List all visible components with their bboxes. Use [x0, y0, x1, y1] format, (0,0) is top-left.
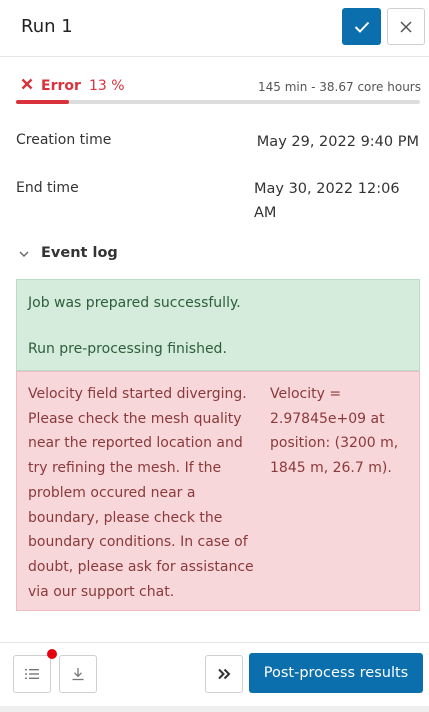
event-log-success: Job was prepared successfully. Run pre-p… — [16, 279, 420, 371]
double-chevron-right-icon — [218, 668, 231, 680]
progress-bar — [16, 100, 420, 104]
post-process-results-button[interactable]: Post-process results — [249, 653, 423, 693]
event-log-toggle[interactable]: Event log — [41, 245, 118, 261]
expand-button[interactable] — [205, 655, 243, 693]
creation-time-label: Creation time — [16, 132, 112, 148]
event-list-button[interactable] — [13, 655, 51, 693]
creation-time-value: May 29, 2022 9:40 PM — [256, 134, 419, 150]
error-message: Velocity field started diverging. Please… — [28, 386, 254, 600]
notification-dot — [47, 649, 57, 659]
end-time-value: May 30, 2022 12:06 AM — [254, 181, 400, 221]
panel-bottom-edge — [0, 706, 429, 712]
status-percent: 13 % — [89, 78, 125, 94]
event-log-error: Velocity field started diverging. Please… — [16, 371, 420, 611]
download-button[interactable] — [59, 655, 97, 693]
error-x-icon — [21, 78, 33, 90]
log-message: Run pre-processing finished. — [28, 341, 227, 357]
run-panel: Run 1 Error 13 % 145 min - 38.67 core ho… — [0, 0, 429, 707]
close-icon — [400, 20, 412, 33]
check-icon — [354, 21, 369, 33]
run-time-summary: 145 min - 38.67 core hours — [257, 80, 421, 94]
log-message: Job was prepared successfully. — [28, 295, 241, 311]
close-button[interactable] — [387, 8, 425, 45]
progress-bar-fill — [16, 100, 69, 104]
list-icon — [25, 669, 39, 679]
error-detail: Velocity = 2.97845e+09 at position: (320… — [270, 386, 399, 477]
status-label: Error — [41, 78, 81, 94]
chevron-down-icon[interactable] — [18, 249, 30, 259]
confirm-button[interactable] — [342, 8, 381, 45]
run-title: Run 1 — [21, 16, 73, 37]
end-time-label: End time — [16, 180, 79, 196]
download-icon — [72, 668, 84, 681]
panel-header: Run 1 — [0, 0, 429, 57]
